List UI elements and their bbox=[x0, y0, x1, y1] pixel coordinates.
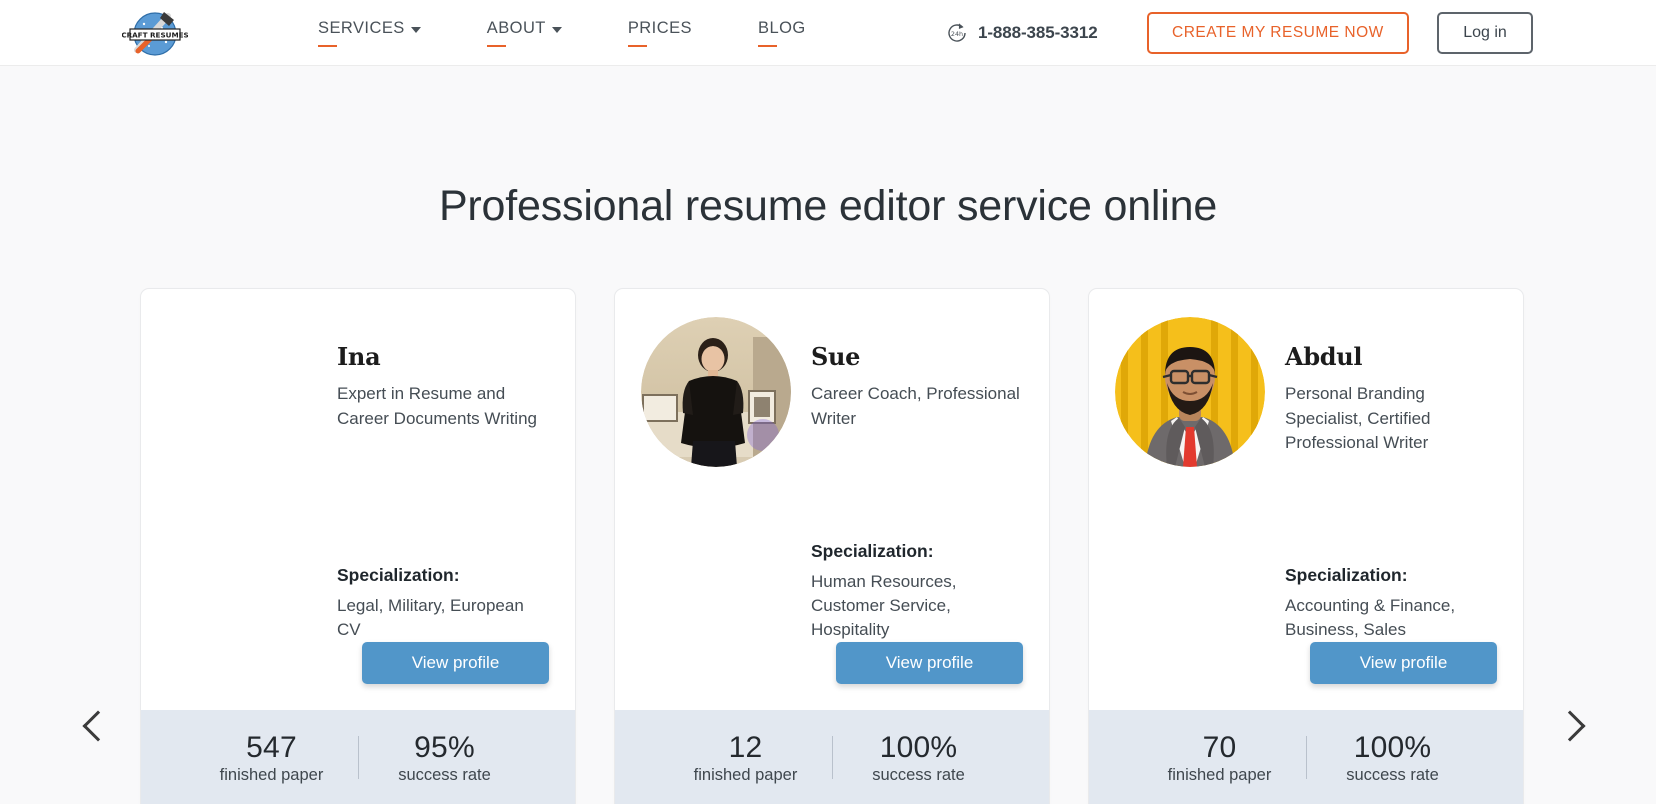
stat-label: finished paper bbox=[219, 766, 324, 785]
expert-role: Personal Branding Specialist, Certified … bbox=[1285, 384, 1431, 452]
expert-name: Sue bbox=[811, 342, 861, 371]
view-profile-button[interactable]: View profile bbox=[1310, 642, 1497, 684]
stats-row: 12 finished paper 100% success rate bbox=[641, 730, 1023, 785]
chevron-down-icon bbox=[410, 26, 421, 33]
chevron-right-icon bbox=[1554, 710, 1586, 742]
nav-label: SERVICES bbox=[318, 19, 405, 37]
stat-value: 547 bbox=[246, 731, 297, 764]
expert-card-top: Ina Expert in Resume and Career Document… bbox=[141, 289, 575, 642]
stat-success-rate: 95% success rate bbox=[359, 730, 531, 785]
expert-role: Career Coach, Professional Writer bbox=[811, 384, 1020, 428]
stat-value: 12 bbox=[728, 731, 763, 764]
carousel-prev-button[interactable] bbox=[76, 704, 120, 748]
expert-details: Abdul Personal Branding Specialist, Cert… bbox=[1285, 317, 1497, 642]
view-profile-button[interactable]: View profile bbox=[362, 642, 549, 684]
expert-name: Ina bbox=[337, 342, 381, 371]
expert-stats: 547 finished paper 95% success rate HIRE bbox=[141, 710, 575, 804]
site-header: CRAFT RESUMES SERVICES ABOUT PRICES BLOG… bbox=[0, 0, 1656, 66]
stat-success-rate: 100% success rate bbox=[1307, 730, 1479, 785]
view-profile-area: View profile bbox=[615, 642, 1049, 710]
expert-card[interactable]: Abdul Personal Branding Specialist, Cert… bbox=[1088, 288, 1524, 804]
stat-value: 70 bbox=[1202, 731, 1237, 764]
expert-details: Sue Career Coach, Professional Writer Sp… bbox=[811, 317, 1023, 642]
avatar bbox=[1115, 317, 1265, 467]
nav-item-about[interactable]: ABOUT bbox=[486, 19, 562, 47]
stat-success-rate: 100% success rate bbox=[833, 730, 1005, 785]
stats-row: 547 finished paper 95% success rate bbox=[167, 730, 549, 785]
stats-row: 70 finished paper 100% success rate bbox=[1115, 730, 1497, 785]
stat-label: finished paper bbox=[1167, 766, 1272, 785]
logo-graphic: CRAFT RESUMES bbox=[121, 12, 189, 56]
expert-role: Expert in Resume and Career Documents Wr… bbox=[337, 384, 537, 428]
expert-card[interactable]: Sue Career Coach, Professional Writer Sp… bbox=[614, 288, 1050, 804]
nav-item-services[interactable]: SERVICES bbox=[318, 19, 421, 47]
expert-name: Abdul bbox=[1285, 342, 1363, 371]
nav-label: PRICES bbox=[627, 19, 692, 37]
craft-resumes-logo[interactable]: CRAFT RESUMES bbox=[121, 6, 189, 60]
view-profile-area: View profile bbox=[1089, 642, 1523, 710]
logo-text: CRAFT RESUMES bbox=[122, 30, 188, 39]
main-navigation: SERVICES ABOUT PRICES BLOG bbox=[318, 0, 872, 66]
stat-finished-paper: 70 finished paper bbox=[1134, 730, 1306, 785]
specialization-label: Specialization: bbox=[811, 540, 934, 561]
stat-label: success rate bbox=[1346, 766, 1439, 785]
specialization-value: Human Resources, Customer Service, Hospi… bbox=[811, 571, 957, 639]
nav-label: ABOUT bbox=[486, 19, 546, 37]
expert-stats: 70 finished paper 100% success rate HIRE bbox=[1089, 710, 1523, 804]
phone-contact[interactable]: 24h 1-888-385-3312 bbox=[945, 0, 1098, 66]
experts-carousel: Ina Expert in Resume and Career Document… bbox=[0, 224, 1656, 804]
nav-item-blog[interactable]: BLOG bbox=[757, 19, 806, 47]
avatar bbox=[167, 317, 317, 467]
avatar-photo bbox=[1115, 317, 1265, 467]
expert-card[interactable]: Ina Expert in Resume and Career Document… bbox=[140, 288, 576, 804]
specialization-value: Accounting & Finance, Business, Sales bbox=[1285, 595, 1456, 639]
expert-card-top: Abdul Personal Branding Specialist, Cert… bbox=[1089, 289, 1523, 642]
nav-label: BLOG bbox=[757, 19, 806, 37]
chevron-down-icon bbox=[551, 26, 562, 33]
specialization-label: Specialization: bbox=[1285, 564, 1408, 585]
24h-support-icon: 24h bbox=[948, 23, 966, 42]
view-profile-button[interactable]: View profile bbox=[836, 642, 1023, 684]
stat-label: success rate bbox=[872, 766, 965, 785]
carousel-next-button[interactable] bbox=[1548, 704, 1592, 748]
page-body: Professional resume editor service onlin… bbox=[0, 66, 1656, 804]
stat-label: finished paper bbox=[693, 766, 798, 785]
stat-value: 100% bbox=[1353, 731, 1432, 764]
expert-cards-track: Ina Expert in Resume and Career Document… bbox=[140, 288, 1524, 804]
phone-number: 1-888-385-3312 bbox=[978, 23, 1098, 42]
stat-value: 100% bbox=[879, 731, 958, 764]
stat-finished-paper: 12 finished paper bbox=[660, 730, 832, 785]
expert-details: Ina Expert in Resume and Career Document… bbox=[337, 317, 549, 642]
stat-label: success rate bbox=[398, 766, 491, 785]
24h-label: 24h bbox=[951, 30, 963, 38]
view-profile-area: View profile bbox=[141, 642, 575, 710]
specialization-label: Specialization: bbox=[337, 564, 460, 585]
create-my-resume-now-button[interactable]: CREATE MY RESUME NOW bbox=[1147, 12, 1409, 54]
chevron-left-icon bbox=[82, 710, 114, 742]
specialization-value: Legal, Military, European CV bbox=[337, 595, 524, 639]
expert-card-top: Sue Career Coach, Professional Writer Sp… bbox=[615, 289, 1049, 642]
stat-finished-paper: 547 finished paper bbox=[186, 730, 358, 785]
login-button[interactable]: Log in bbox=[1437, 12, 1533, 54]
nav-item-prices[interactable]: PRICES bbox=[627, 19, 692, 47]
expert-stats: 12 finished paper 100% success rate HIRE bbox=[615, 710, 1049, 804]
stat-value: 95% bbox=[414, 731, 475, 764]
avatar-photo bbox=[641, 317, 791, 467]
avatar bbox=[641, 317, 791, 467]
